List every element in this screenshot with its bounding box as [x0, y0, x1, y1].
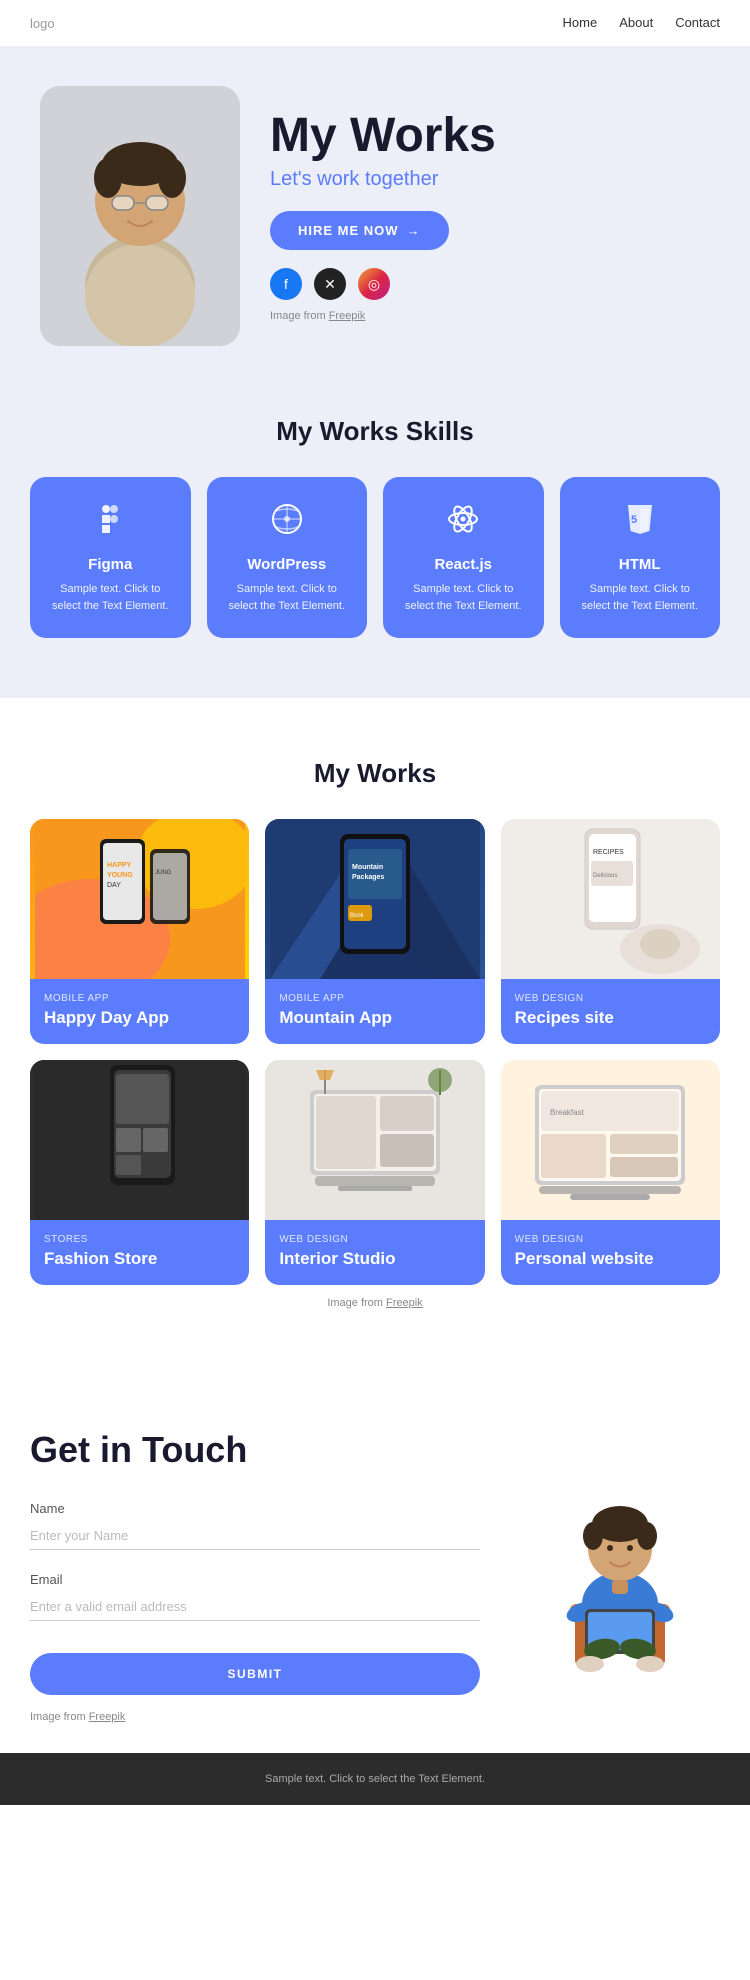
- email-field-group: Email: [30, 1572, 480, 1621]
- skill-wp-name: WordPress: [223, 556, 352, 573]
- works-section: My Works HAPPY YOUNG DAY JUNG: [0, 698, 750, 1369]
- instagram-icon[interactable]: ◎: [358, 268, 390, 300]
- contact-form-area: Get in Touch Name Email SUBMIT Image fro…: [30, 1429, 480, 1723]
- nav-home[interactable]: Home: [563, 15, 598, 30]
- skill-figma-name: Figma: [46, 556, 175, 573]
- svg-text:HAPPY: HAPPY: [107, 862, 131, 869]
- work-mountain[interactable]: Mountain Packages Book MOBILE APP Mounta…: [265, 819, 484, 1044]
- react-icon: [399, 501, 528, 546]
- svg-text:Breakfast: Breakfast: [550, 1108, 585, 1117]
- facebook-icon[interactable]: f: [270, 268, 302, 300]
- works-grid: HAPPY YOUNG DAY JUNG MOBILE APP Happy Da…: [30, 819, 720, 1285]
- work-fashion-title: Fashion Store: [44, 1249, 235, 1269]
- work-interior[interactable]: WEB DESIGN Interior Studio: [265, 1060, 484, 1285]
- skill-react-desc: Sample text. Click to select the Text El…: [399, 581, 528, 614]
- footer-text: Sample text. Click to select the Text El…: [20, 1773, 730, 1785]
- twitter-icon[interactable]: ✕: [314, 268, 346, 300]
- work-fashion-category: STORES: [44, 1234, 235, 1245]
- contact-section: Get in Touch Name Email SUBMIT Image fro…: [0, 1369, 750, 1753]
- skill-html: 5 HTML Sample text. Click to select the …: [560, 477, 721, 638]
- contact-illustration: [520, 1429, 720, 1689]
- wordpress-icon: [223, 501, 352, 546]
- skill-html-desc: Sample text. Click to select the Text El…: [576, 581, 705, 614]
- work-personal[interactable]: Breakfast WEB DESIGN Personal website: [501, 1060, 720, 1285]
- nav-links: Home About Contact: [563, 14, 720, 32]
- skill-wordpress: WordPress Sample text. Click to select t…: [207, 477, 368, 638]
- work-fashion-info: STORES Fashion Store: [30, 1220, 249, 1285]
- logo: logo: [30, 16, 55, 31]
- skill-react: React.js Sample text. Click to select th…: [383, 477, 544, 638]
- nav-contact[interactable]: Contact: [675, 15, 720, 30]
- skills-section: My Works Skills Figma Sample text. Click…: [0, 366, 750, 698]
- work-fashion[interactable]: STORES Fashion Store: [30, 1060, 249, 1285]
- svg-text:YOUNG: YOUNG: [107, 872, 133, 879]
- work-interior-title: Interior Studio: [279, 1249, 470, 1269]
- submit-button[interactable]: SUBMIT: [30, 1653, 480, 1695]
- skill-wp-desc: Sample text. Click to select the Text El…: [223, 581, 352, 614]
- work-interior-category: WEB DESIGN: [279, 1234, 470, 1245]
- work-mountain-category: MOBILE APP: [279, 993, 470, 1004]
- svg-text:5: 5: [631, 514, 637, 526]
- hero-content: My Works Let's work together HIRE ME NOW…: [270, 110, 710, 323]
- name-input[interactable]: [30, 1522, 480, 1550]
- hero-section: My Works Let's work together HIRE ME NOW…: [0, 46, 750, 366]
- work-recipes[interactable]: RECIPES Delicious WEB DESIGN Recipes sit…: [501, 819, 720, 1044]
- svg-text:Book: Book: [350, 913, 365, 919]
- svg-text:Packages: Packages: [352, 874, 384, 881]
- contact-person-image: [520, 1459, 720, 1689]
- hero-credit: Image from Freepik: [270, 310, 710, 322]
- work-personal-info: WEB DESIGN Personal website: [501, 1220, 720, 1285]
- works-credit: Image from Freepik: [30, 1297, 720, 1309]
- arrow-icon: →: [407, 223, 421, 238]
- contact-title: Get in Touch: [30, 1429, 480, 1471]
- skill-html-name: HTML: [576, 556, 705, 573]
- social-links: f ✕ ◎: [270, 268, 710, 300]
- work-happy-day[interactable]: HAPPY YOUNG DAY JUNG MOBILE APP Happy Da…: [30, 819, 249, 1044]
- hire-btn-label: HIRE ME NOW: [298, 223, 399, 238]
- skills-grid: Figma Sample text. Click to select the T…: [30, 477, 720, 638]
- footer: Sample text. Click to select the Text El…: [0, 1753, 750, 1805]
- work-happy-title: Happy Day App: [44, 1008, 235, 1028]
- name-field-group: Name: [30, 1501, 480, 1550]
- name-label: Name: [30, 1501, 480, 1516]
- work-recipes-category: WEB DESIGN: [515, 993, 706, 1004]
- email-label: Email: [30, 1572, 480, 1587]
- skill-figma: Figma Sample text. Click to select the T…: [30, 477, 191, 638]
- hero-image: [40, 86, 240, 346]
- skill-figma-desc: Sample text. Click to select the Text El…: [46, 581, 175, 614]
- html-icon: 5: [576, 501, 705, 546]
- svg-text:Mountain: Mountain: [352, 864, 383, 871]
- hero-heading: My Works: [270, 110, 710, 163]
- contact-credit: Image from Freepik: [30, 1711, 480, 1723]
- email-input[interactable]: [30, 1593, 480, 1621]
- nav-about[interactable]: About: [619, 15, 653, 30]
- navbar: logo Home About Contact: [0, 0, 750, 46]
- work-interior-info: WEB DESIGN Interior Studio: [265, 1220, 484, 1285]
- work-personal-category: WEB DESIGN: [515, 1234, 706, 1245]
- work-personal-title: Personal website: [515, 1249, 706, 1269]
- submit-btn-label: SUBMIT: [228, 1667, 283, 1681]
- skills-title: My Works Skills: [30, 416, 720, 447]
- hero-subtitle: Let's work together: [270, 168, 710, 191]
- work-recipes-title: Recipes site: [515, 1008, 706, 1028]
- hire-me-button[interactable]: HIRE ME NOW →: [270, 211, 449, 250]
- svg-text:Delicious: Delicious: [593, 873, 617, 879]
- works-title: My Works: [30, 758, 720, 789]
- figma-icon: [46, 501, 175, 546]
- work-happy-category: MOBILE APP: [44, 993, 235, 1004]
- works-credit-link[interactable]: Freepik: [386, 1297, 423, 1309]
- work-happy-info: MOBILE APP Happy Day App: [30, 979, 249, 1044]
- hero-credit-link[interactable]: Freepik: [329, 310, 366, 322]
- contact-credit-link[interactable]: Freepik: [89, 1711, 126, 1723]
- work-mountain-title: Mountain App: [279, 1008, 470, 1028]
- work-recipes-info: WEB DESIGN Recipes site: [501, 979, 720, 1044]
- svg-text:JUNG: JUNG: [155, 870, 172, 876]
- svg-text:DAY: DAY: [107, 882, 121, 889]
- svg-text:RECIPES: RECIPES: [593, 849, 624, 856]
- skill-react-name: React.js: [399, 556, 528, 573]
- work-mountain-info: MOBILE APP Mountain App: [265, 979, 484, 1044]
